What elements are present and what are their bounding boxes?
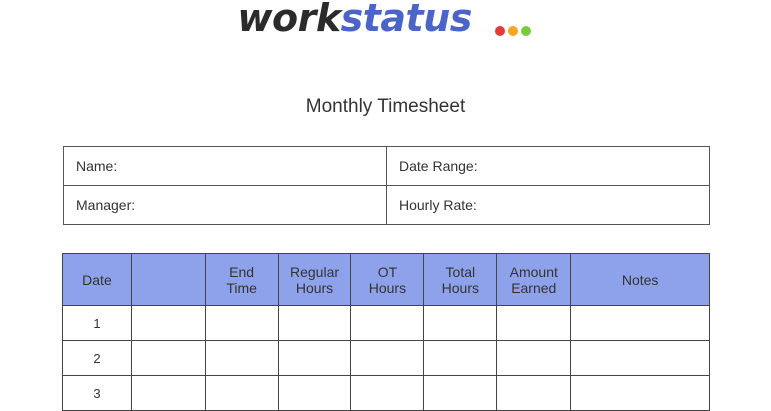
column-header: Notes xyxy=(570,253,710,306)
table-header-row: Date End Time Regular Hours OT Hours Total Hours… xyxy=(62,253,710,306)
table-row: 1 xyxy=(62,305,710,341)
table-cell[interactable] xyxy=(496,305,572,341)
table-cell[interactable] xyxy=(130,340,206,376)
timesheet-table: Date End Time Regular Hours OT Hours Total Hours… xyxy=(62,253,710,411)
column-header xyxy=(130,253,206,306)
logo-dot-green xyxy=(520,25,531,36)
workstatus-logo: workstatus xyxy=(0,0,771,47)
logo-dot-orange xyxy=(507,25,518,36)
table-cell[interactable] xyxy=(130,305,206,341)
table-cell[interactable] xyxy=(204,375,279,411)
logo-text-work: work xyxy=(237,0,341,40)
table-row: 3 xyxy=(62,375,710,411)
table-cell[interactable] xyxy=(496,340,572,376)
table-cell[interactable] xyxy=(277,375,352,411)
row-date-cell: 2 xyxy=(62,340,132,376)
employee-info-table: Name: Date Range: Manager: Hourly Rate: xyxy=(63,146,710,225)
page-title: Monthly Timesheet xyxy=(305,96,466,117)
table-cell[interactable] xyxy=(204,305,279,341)
table-cell[interactable] xyxy=(350,305,425,341)
hourly-rate-field[interactable]: Hourly Rate: xyxy=(386,185,710,225)
table-cell[interactable] xyxy=(570,375,710,411)
table-cell[interactable] xyxy=(570,340,710,376)
table-cell[interactable] xyxy=(130,375,206,411)
table-cell[interactable] xyxy=(423,305,498,341)
logo-text-status: status xyxy=(340,0,473,40)
table-cell[interactable] xyxy=(350,375,425,411)
table-cell[interactable] xyxy=(277,305,352,341)
column-header: End Time xyxy=(204,253,279,306)
table-cell[interactable] xyxy=(277,340,352,376)
table-cell[interactable] xyxy=(350,340,425,376)
column-header: Date xyxy=(62,253,132,306)
logo-dots xyxy=(494,0,534,49)
table-row: 2 xyxy=(62,340,710,376)
row-date-cell: 3 xyxy=(62,375,132,411)
column-header: Amount Earned xyxy=(496,253,572,306)
table-cell[interactable] xyxy=(204,340,279,376)
name-field[interactable]: Name: xyxy=(63,146,387,186)
table-cell[interactable] xyxy=(423,375,498,411)
row-date-cell: 1 xyxy=(62,305,132,341)
table-body: 123 xyxy=(62,305,710,411)
logo-dot-red xyxy=(494,25,505,36)
table-cell[interactable] xyxy=(496,375,572,411)
table-cell[interactable] xyxy=(570,305,710,341)
table-cell[interactable] xyxy=(423,340,498,376)
manager-field[interactable]: Manager: xyxy=(63,185,387,225)
date-range-field[interactable]: Date Range: xyxy=(386,146,710,186)
column-header: OT Hours xyxy=(350,253,425,306)
column-header: Total Hours xyxy=(423,253,498,306)
column-header: Regular Hours xyxy=(277,253,352,306)
